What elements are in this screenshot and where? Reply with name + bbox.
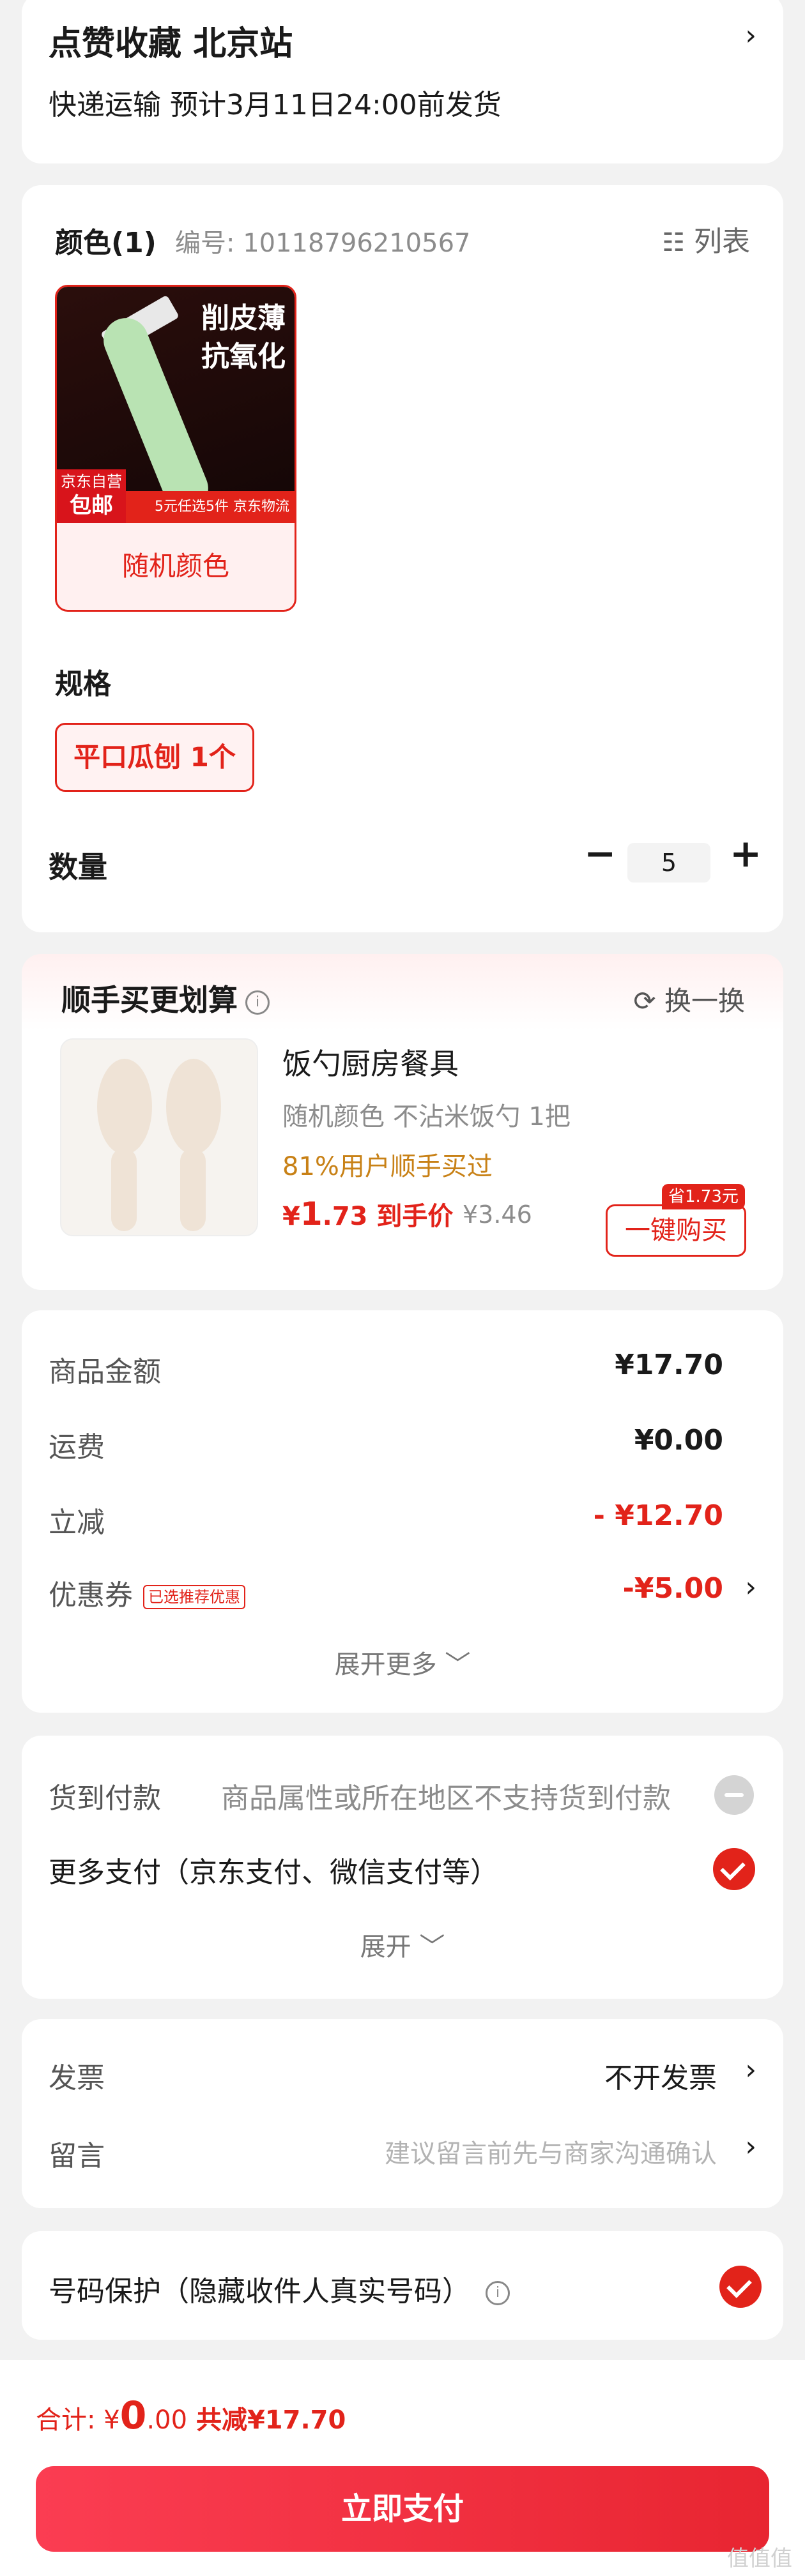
chevron-right-icon[interactable]: › [745, 2056, 756, 2084]
checkmark-icon[interactable] [713, 1848, 755, 1890]
discount-value: - ¥12.70 [593, 1499, 723, 1532]
payment-card: 货到付款 商品属性或所在地区不支持货到付款 更多支付（京东支付、微信支付等） 展… [22, 1736, 783, 1999]
shipping-card[interactable]: 点赞收藏 北京站 › 快递运输 预计3月11日24:00前发货 [22, 0, 783, 163]
privacy-label: 号码保护（隐藏收件人真实号码） i [49, 2268, 510, 2309]
coupon-tag: 已选推荐优惠 [143, 1585, 245, 1609]
amount-card: 商品金额 ¥17.70 运费 ¥0.00 立减 - ¥12.70 优惠券 已选推荐… [22, 1310, 783, 1713]
shipping-fee-label: 运费 [49, 1431, 105, 1464]
addon-card: 顺手买更划算 i ⟳ 换一换 饭勺厨房餐具 随机颜色 不沾米饭勺 1把 81%用户… [22, 954, 783, 1290]
product-image-text: 削皮薄 抗氧化 [201, 302, 286, 373]
addon-name[interactable]: 饭勺厨房餐具 [282, 1041, 459, 1083]
spoon-head-shape [166, 1059, 221, 1155]
info-icon[interactable]: i [245, 990, 270, 1015]
refresh-icon: ⟳ [633, 985, 656, 1017]
message-label: 留言 [49, 2140, 105, 2172]
product-image: 削皮薄 抗氧化 5元任选5件 京东物流 京东自营 包邮 [57, 287, 295, 523]
goods-amount-value: ¥17.70 [615, 1349, 723, 1381]
sku-card: 颜色(1) 编号: 10118796210567 ☷ 列表 削皮薄 抗氧化 5元… [22, 185, 783, 932]
self-operated-badge: 京东自营 包邮 [57, 469, 126, 523]
quantity-plus-button[interactable]: + [730, 831, 762, 876]
quantity-heading: 数量 [49, 850, 107, 884]
one-click-buy-button[interactable]: 一键购买 [606, 1204, 746, 1257]
chevron-right-icon[interactable]: › [745, 22, 756, 50]
quantity-minus-button[interactable]: − [584, 831, 616, 876]
message-input[interactable]: 建议留言前先与商家沟通确认 [385, 2133, 717, 2170]
coupon-row[interactable]: 优惠券 已选推荐优惠 [49, 1572, 245, 1613]
swap-button[interactable]: ⟳ 换一换 [633, 980, 745, 1019]
spec-heading: 规格 [55, 668, 111, 701]
color-option-random[interactable]: 削皮薄 抗氧化 5元任选5件 京东物流 京东自营 包邮 随机颜色 [55, 285, 296, 612]
spoon-head-shape [97, 1059, 152, 1155]
expand-payment-button[interactable]: 展开 ﹀ [22, 1926, 783, 1963]
discount-label: 立减 [49, 1506, 105, 1539]
invoice-label: 发票 [49, 2062, 105, 2095]
privacy-card: 号码保护（隐藏收件人真实号码） i [22, 2231, 783, 2340]
watermark-logo: 值值值 [727, 2546, 792, 2572]
spoon-handle-shape [111, 1148, 137, 1231]
info-icon[interactable]: i [486, 2281, 510, 2305]
color-heading: 颜色(1) [55, 227, 157, 259]
total-label: 合计: [36, 2406, 104, 2435]
list-view-label: 列表 [694, 225, 750, 258]
checkmark-icon[interactable] [719, 2266, 762, 2308]
cod-note: 商品属性或所在地区不支持货到付款 [221, 1782, 671, 1815]
save-tag: 省1.73元 [662, 1184, 745, 1209]
total-amount: 0 [119, 2393, 147, 2438]
spoon-handle-shape [180, 1148, 206, 1231]
product-code: 编号: 10118796210567 [175, 229, 471, 258]
pay-now-button[interactable]: 立即支付 [36, 2466, 769, 2552]
spec-option-button[interactable]: 平口瓜刨 1个 [55, 723, 254, 792]
quantity-input[interactable]: 5 [627, 843, 710, 883]
shipping-fee-value: ¥0.00 [634, 1424, 723, 1457]
total-saved: 共减¥17.70 [187, 2406, 346, 2435]
color-option-label: 随机颜色 [121, 550, 229, 582]
more-payment-label[interactable]: 更多支付（京东支付、微信支付等） [49, 1849, 498, 1890]
addon-popularity: 81%用户顺手买过 [282, 1152, 493, 1181]
shipping-title: 点赞收藏 北京站 [49, 25, 293, 63]
addon-title: 顺手买更划算 i [61, 977, 270, 1019]
coupon-value[interactable]: -¥5.00 [623, 1572, 723, 1605]
cod-label: 货到付款 [49, 1782, 161, 1815]
list-icon: ☷ [662, 228, 685, 257]
swap-label: 换一换 [664, 985, 745, 1017]
addon-product-image[interactable] [60, 1038, 258, 1236]
list-view-button[interactable]: ☷ 列表 [662, 218, 750, 259]
chevron-right-icon[interactable]: › [745, 2133, 756, 2161]
invoice-card: 发票 不开发票 › 留言 建议留言前先与商家沟通确认 › [22, 2019, 783, 2208]
goods-amount-label: 商品金额 [49, 1356, 161, 1388]
bottom-bar: 合计: ¥0.00 共减¥17.70 立即支付 值值值 [0, 2360, 805, 2576]
chevron-right-icon[interactable]: › [745, 1573, 756, 1602]
cod-disabled-icon [714, 1775, 754, 1815]
invoice-value[interactable]: 不开发票 [604, 2055, 717, 2096]
expand-more-button[interactable]: 展开更多 ﹀ [22, 1644, 783, 1681]
shipping-estimate: 快递运输 预计3月11日24:00前发货 [49, 89, 502, 121]
addon-original-price: ¥3.46 [463, 1201, 532, 1229]
addon-price: ¥1.73 到手价 [282, 1195, 454, 1232]
addon-attributes: 随机颜色 不沾米饭勺 1把 [282, 1102, 571, 1132]
coupon-label: 优惠券 [49, 1579, 133, 1612]
total-summary: 合计: ¥0.00 共减¥17.70 [36, 2393, 346, 2438]
